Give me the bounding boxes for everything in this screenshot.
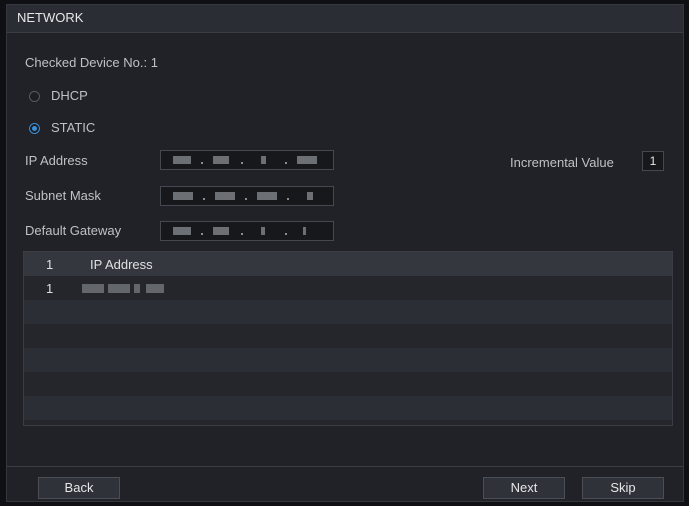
gateway-dot: [285, 233, 287, 235]
gateway-octet-3: [261, 227, 265, 235]
static-radio[interactable]: [29, 123, 40, 134]
gateway-dot: [241, 233, 243, 235]
row-ip-octet: [134, 284, 140, 293]
table-header: 1 IP Address: [24, 252, 672, 276]
row-ip-octet: [108, 284, 130, 293]
back-button[interactable]: Back: [38, 477, 120, 499]
table-row[interactable]: 1: [24, 276, 672, 300]
subnet-octet-4: [307, 192, 313, 200]
subnet-dot: [203, 198, 205, 200]
column-header-ip-address: IP Address: [90, 257, 153, 272]
gateway-octet-2: [213, 227, 229, 235]
table-row-empty: [24, 324, 672, 348]
incremental-value-input[interactable]: 1: [642, 151, 664, 171]
ip-address-input[interactable]: [160, 150, 334, 170]
static-label: STATIC: [51, 120, 96, 135]
row-index: 1: [46, 281, 54, 296]
gateway-dot: [201, 233, 203, 235]
subnet-octet-1: [173, 192, 193, 200]
footer-divider: [7, 466, 683, 467]
default-gateway-label: Default Gateway: [25, 223, 122, 238]
next-button[interactable]: Next: [483, 477, 565, 499]
skip-button[interactable]: Skip: [582, 477, 664, 499]
ip-octet-3: [261, 156, 266, 164]
table-row-empty: [24, 372, 672, 396]
subnet-octet-2: [215, 192, 235, 200]
subnet-mask-label: Subnet Mask: [25, 188, 101, 203]
subnet-dot: [287, 198, 289, 200]
gateway-octet-4: [303, 227, 306, 235]
checked-device-label: Checked Device No.: 1: [25, 55, 158, 70]
default-gateway-input[interactable]: [160, 221, 334, 241]
column-header-index: 1: [46, 257, 54, 272]
ip-dot: [285, 162, 287, 164]
ip-octet-4: [297, 156, 317, 164]
ip-dot: [241, 162, 243, 164]
ip-dot: [201, 162, 203, 164]
ip-octet-2: [213, 156, 229, 164]
ip-octet-1: [173, 156, 191, 164]
gateway-octet-1: [173, 227, 191, 235]
table-row-empty: [24, 348, 672, 372]
dhcp-label: DHCP: [51, 88, 88, 103]
dhcp-radio[interactable]: [29, 91, 40, 102]
table-row-empty: [24, 300, 672, 324]
row-ip-octet: [146, 284, 164, 293]
ip-address-label: IP Address: [25, 153, 88, 168]
row-ip-octet: [82, 284, 104, 293]
subnet-mask-input[interactable]: [160, 186, 334, 206]
subnet-dot: [245, 198, 247, 200]
title-bar: NETWORK: [7, 5, 683, 33]
subnet-octet-3: [257, 192, 277, 200]
dialog-title: NETWORK: [17, 10, 84, 25]
incremental-value-label: Incremental Value: [510, 155, 614, 170]
table-row-empty: [24, 396, 672, 420]
network-dialog: NETWORK Checked Device No.: 1 DHCP STATI…: [6, 4, 684, 502]
device-ip-table: 1 IP Address 1: [23, 251, 673, 426]
